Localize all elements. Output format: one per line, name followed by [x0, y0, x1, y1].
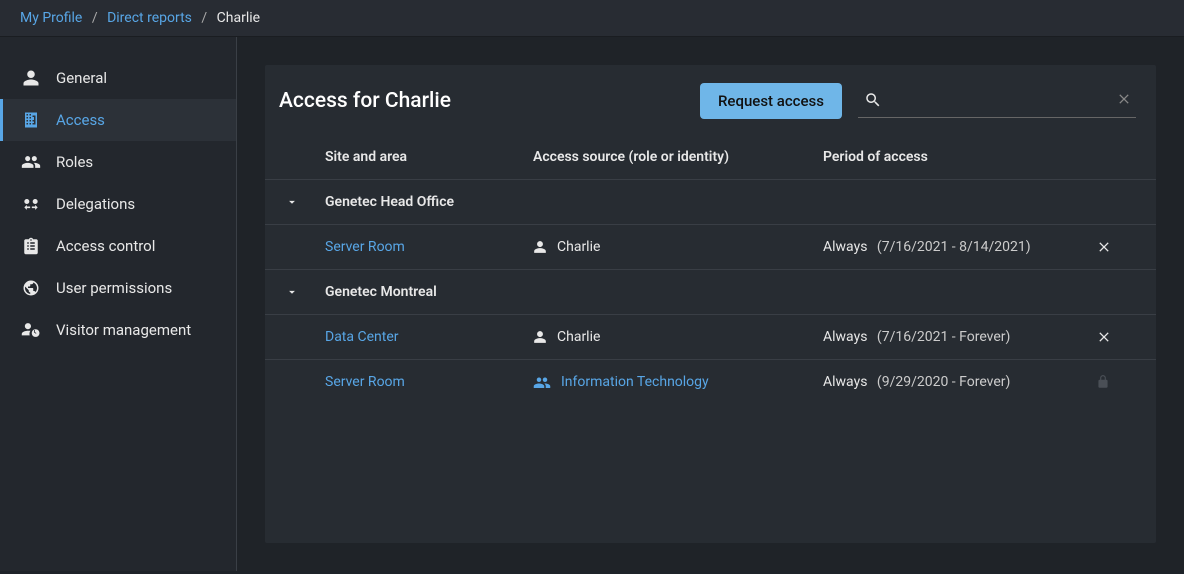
breadcrumb-link-direct-reports[interactable]: Direct reports	[107, 10, 192, 26]
users-icon	[533, 375, 551, 389]
source-role-link[interactable]: Information Technology	[561, 374, 709, 390]
period-range: (7/16/2021 - 8/14/2021)	[877, 239, 1031, 255]
sidebar-item-visitor-management[interactable]: Visitor management	[0, 309, 236, 351]
column-header-source: Access source (role or identity)	[533, 149, 823, 165]
group-row[interactable]: Genetec Montreal	[265, 269, 1156, 314]
sidebar-item-user-permissions[interactable]: User permissions	[0, 267, 236, 309]
globe-icon	[20, 279, 42, 297]
building-icon	[20, 111, 42, 129]
group-name: Genetec Head Office	[325, 194, 454, 210]
lock-icon	[1096, 374, 1136, 390]
period-mode: Always	[823, 374, 867, 390]
delete-icon[interactable]	[1096, 239, 1136, 255]
clipboard-icon	[20, 237, 42, 255]
group-row[interactable]: Genetec Head Office	[265, 179, 1156, 224]
group-name: Genetec Montreal	[325, 284, 437, 300]
person-icon	[533, 330, 547, 344]
delete-icon[interactable]	[1096, 329, 1136, 345]
column-header-site: Site and area	[325, 149, 533, 165]
exchange-icon	[20, 195, 42, 213]
site-link[interactable]: Server Room	[325, 239, 405, 255]
period-mode: Always	[823, 239, 867, 255]
source-label: Charlie	[557, 329, 600, 345]
site-link[interactable]: Server Room	[325, 374, 405, 390]
sidebar-item-access-control[interactable]: Access control	[0, 225, 236, 267]
breadcrumb-separator: /	[201, 10, 207, 26]
breadcrumb-current: Charlie	[217, 10, 260, 26]
site-link[interactable]: Data Center	[325, 329, 399, 345]
clear-search-icon[interactable]	[1116, 91, 1132, 107]
search-icon	[864, 91, 882, 109]
sidebar-item-label: Access	[56, 111, 105, 129]
page-title: Access for Charlie	[279, 89, 451, 113]
search-field	[858, 85, 1136, 118]
chevron-down-icon	[281, 195, 325, 209]
users-icon	[20, 153, 42, 171]
sidebar: General Access Roles Delegations Access	[0, 37, 237, 571]
sidebar-item-label: Delegations	[56, 195, 135, 213]
sidebar-item-general[interactable]: General	[0, 57, 236, 99]
breadcrumb-separator: /	[92, 10, 98, 26]
sidebar-item-delegations[interactable]: Delegations	[0, 183, 236, 225]
person-icon	[20, 69, 42, 87]
sidebar-item-label: General	[56, 69, 107, 87]
table-row: Server Room Charlie Always (7/16/2021 - …	[265, 224, 1156, 269]
person-clock-icon	[20, 321, 42, 339]
period-mode: Always	[823, 329, 867, 345]
sidebar-item-roles[interactable]: Roles	[0, 141, 236, 183]
column-header-period: Period of access	[823, 149, 1096, 165]
search-input[interactable]	[858, 85, 1136, 118]
table-header-row: Site and area Access source (role or ide…	[265, 137, 1156, 179]
access-panel: Access for Charlie Request access Site a…	[265, 65, 1156, 543]
table-row: Data Center Charlie Always (7/16/2021 - …	[265, 314, 1156, 359]
sidebar-item-label: Roles	[56, 153, 93, 171]
breadcrumb-link-my-profile[interactable]: My Profile	[20, 10, 82, 26]
period-range: (9/29/2020 - Forever)	[877, 374, 1011, 390]
sidebar-item-label: Access control	[56, 237, 155, 255]
panel-header: Access for Charlie Request access	[265, 65, 1156, 137]
source-label: Charlie	[557, 239, 600, 255]
sidebar-item-label: Visitor management	[56, 321, 191, 339]
request-access-button[interactable]: Request access	[700, 83, 842, 119]
period-range: (7/16/2021 - Forever)	[877, 329, 1011, 345]
sidebar-item-label: User permissions	[56, 279, 172, 297]
main-content: Access for Charlie Request access Site a…	[237, 37, 1184, 571]
table-row: Server Room Information Technology Alway…	[265, 359, 1156, 404]
chevron-down-icon	[281, 285, 325, 299]
person-icon	[533, 240, 547, 254]
breadcrumb: My Profile / Direct reports / Charlie	[0, 0, 1184, 37]
sidebar-item-access[interactable]: Access	[0, 99, 236, 141]
